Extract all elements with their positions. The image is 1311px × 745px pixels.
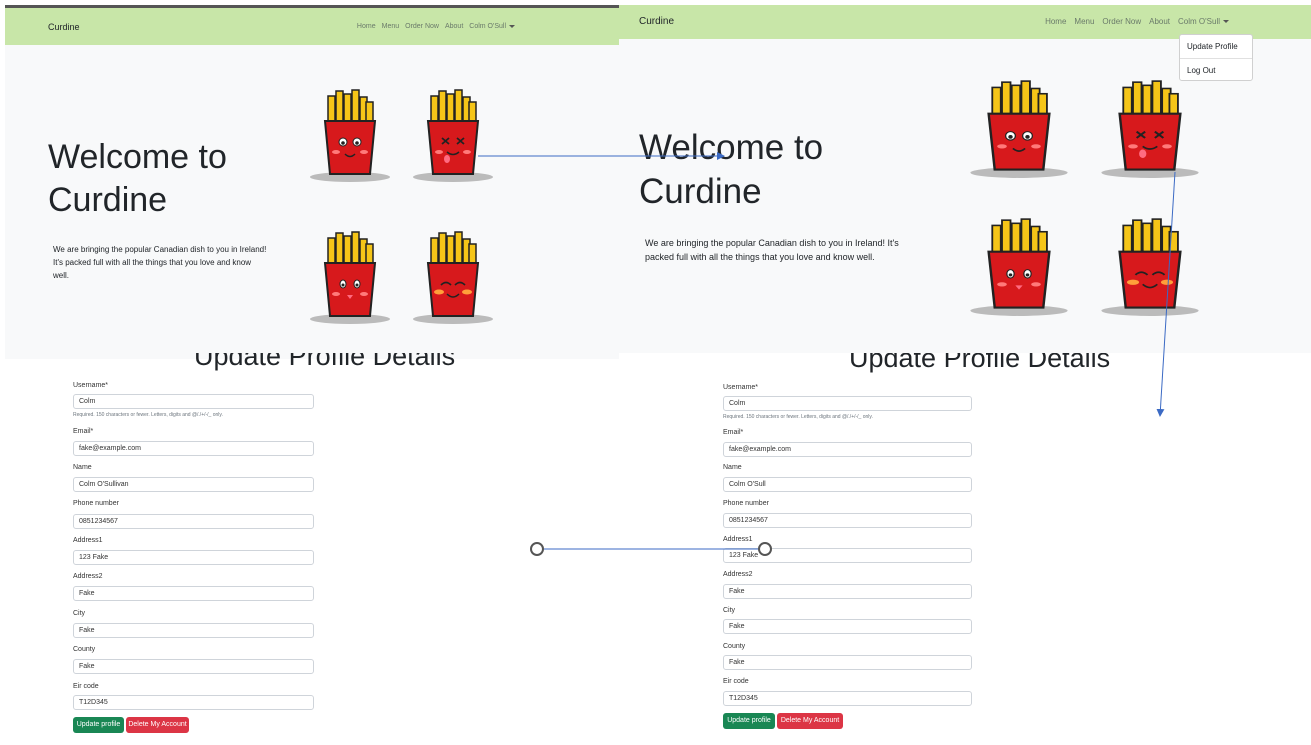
connector-end-handle[interactable] — [758, 542, 772, 556]
connector-start-handle[interactable] — [530, 542, 544, 556]
arrow-down-icon — [1156, 171, 1176, 417]
annotation-arrows — [478, 152, 1176, 556]
